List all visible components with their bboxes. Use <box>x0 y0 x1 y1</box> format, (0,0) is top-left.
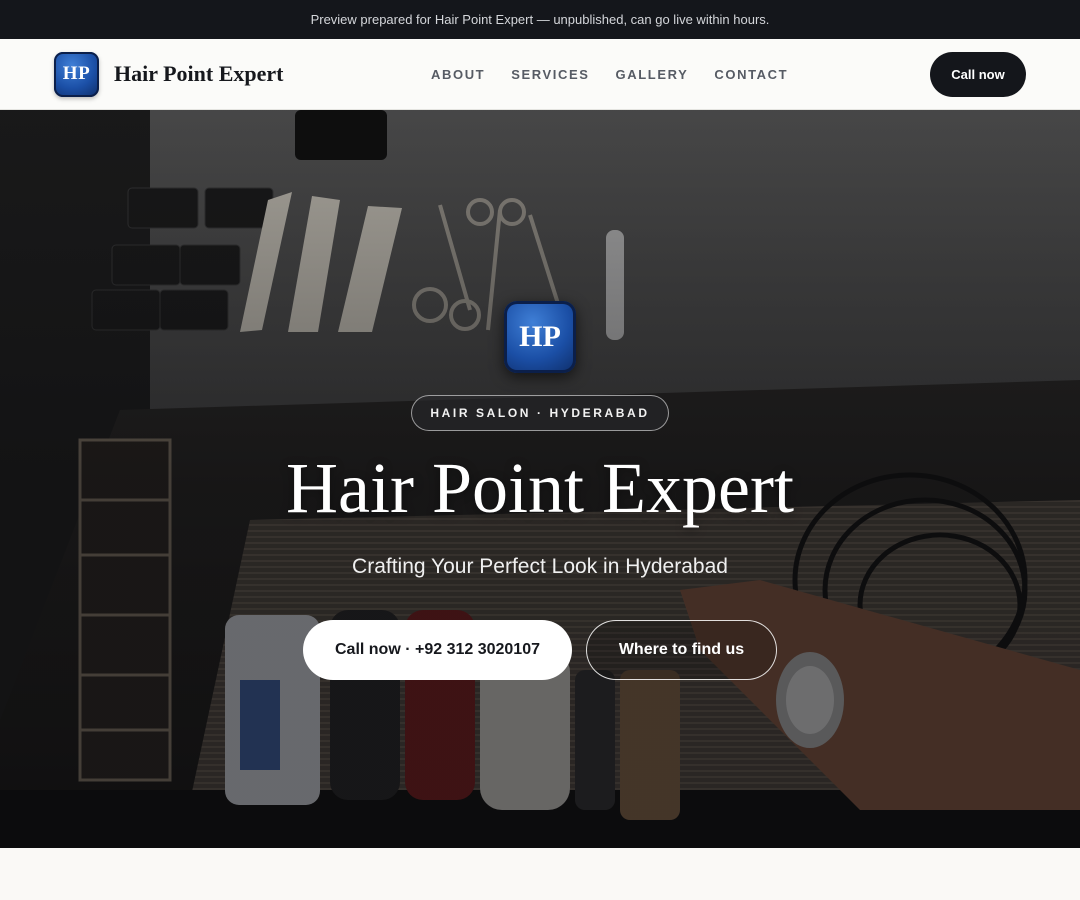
main-nav: ABOUT SERVICES GALLERY CONTACT <box>431 39 788 110</box>
nav-link-gallery[interactable]: GALLERY <box>616 67 689 82</box>
nav-link-services[interactable]: SERVICES <box>511 67 589 82</box>
find-us-button[interactable]: Where to find us <box>586 620 777 680</box>
brand-name[interactable]: Hair Point Expert <box>114 61 283 87</box>
logo-initials: HP <box>62 63 91 84</box>
call-phone-button[interactable]: Call now · +92 312 3020107 <box>303 620 572 680</box>
announcement-bar: Preview prepared for Hair Point Expert —… <box>0 0 1080 39</box>
hero-section: HP HAIR SALON · HYDERABAD Hair Point Exp… <box>0 110 1080 848</box>
next-section <box>0 848 1080 900</box>
announcement-text: Preview prepared for Hair Point Expert —… <box>310 12 770 27</box>
hero-subtitle: Crafting Your Perfect Look in Hyderabad <box>352 555 728 578</box>
hero-content: HP HAIR SALON · HYDERABAD Hair Point Exp… <box>0 110 1080 848</box>
nav-link-about[interactable]: ABOUT <box>431 67 485 82</box>
hero-logo-initials: HP <box>519 320 561 353</box>
call-now-button[interactable]: Call now <box>930 52 1026 97</box>
hero-logo-icon: HP <box>504 301 576 373</box>
hero-tagline: HAIR SALON · HYDERABAD <box>411 395 669 431</box>
hero-title: Hair Point Expert <box>286 448 794 528</box>
logo-icon[interactable]: HP <box>54 51 99 97</box>
site-header: HP Hair Point Expert ABOUT SERVICES GALL… <box>0 39 1080 110</box>
nav-link-contact[interactable]: CONTACT <box>714 67 788 82</box>
